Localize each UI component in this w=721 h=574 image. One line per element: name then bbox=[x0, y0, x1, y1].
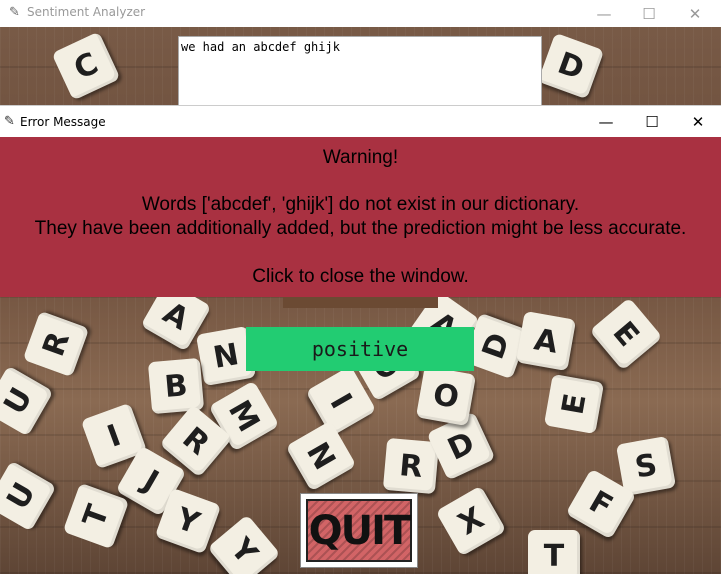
close-instruction: Click to close the window. bbox=[252, 266, 469, 287]
error-minimize-button[interactable]: — bbox=[583, 106, 629, 138]
tile: E bbox=[589, 297, 663, 371]
warning-text-line: They have been additionally added, but t… bbox=[34, 218, 687, 239]
quit-button-image: QUIT bbox=[306, 499, 412, 562]
tile: C bbox=[51, 31, 121, 101]
close-button[interactable]: ✕ bbox=[672, 0, 718, 27]
text-input-value: we had an abcdef ghijk bbox=[181, 40, 340, 54]
warning-text-line: Words ['abcdef', 'ghijk'] do not exist i… bbox=[141, 194, 580, 215]
tile: B bbox=[147, 357, 205, 415]
quit-label: QUIT bbox=[308, 507, 412, 554]
tile: R bbox=[382, 437, 440, 495]
tile: E bbox=[543, 373, 605, 435]
tile: T bbox=[528, 530, 580, 574]
feather-icon: ✎ bbox=[4, 114, 15, 129]
error-window-title: Error Message bbox=[20, 115, 106, 129]
analyze-button-edge[interactable] bbox=[283, 297, 438, 308]
quit-button[interactable]: QUIT bbox=[300, 493, 418, 568]
main-titlebar: ✎ Sentiment Analyzer — ☐ ✕ bbox=[0, 0, 721, 27]
error-maximize-button[interactable]: ☐ bbox=[629, 106, 675, 138]
error-message-body[interactable]: Warning! Words ['abcdef', 'ghijk'] do no… bbox=[0, 137, 721, 297]
minimize-button[interactable]: — bbox=[581, 0, 627, 27]
prediction-label: positive bbox=[311, 337, 409, 361]
tile: D bbox=[537, 32, 605, 100]
tile: X bbox=[435, 485, 507, 557]
tile: Y bbox=[207, 514, 281, 574]
feather-icon: ✎ bbox=[9, 5, 20, 20]
text-input[interactable]: we had an abcdef ghijk bbox=[178, 36, 542, 106]
main-window-title: Sentiment Analyzer bbox=[27, 5, 146, 19]
tile: A bbox=[515, 310, 577, 372]
error-titlebar: ✎ Error Message — ☐ ✕ bbox=[0, 105, 721, 138]
tile: U bbox=[0, 460, 57, 532]
error-close-button[interactable]: ✕ bbox=[675, 106, 721, 138]
prediction-result: positive bbox=[246, 327, 474, 371]
warning-heading: Warning! bbox=[322, 147, 399, 168]
tile: O bbox=[415, 365, 477, 427]
maximize-button[interactable]: ☐ bbox=[626, 0, 672, 27]
tile: N bbox=[285, 420, 357, 492]
tile: R bbox=[22, 310, 90, 378]
tile: U bbox=[0, 365, 54, 437]
